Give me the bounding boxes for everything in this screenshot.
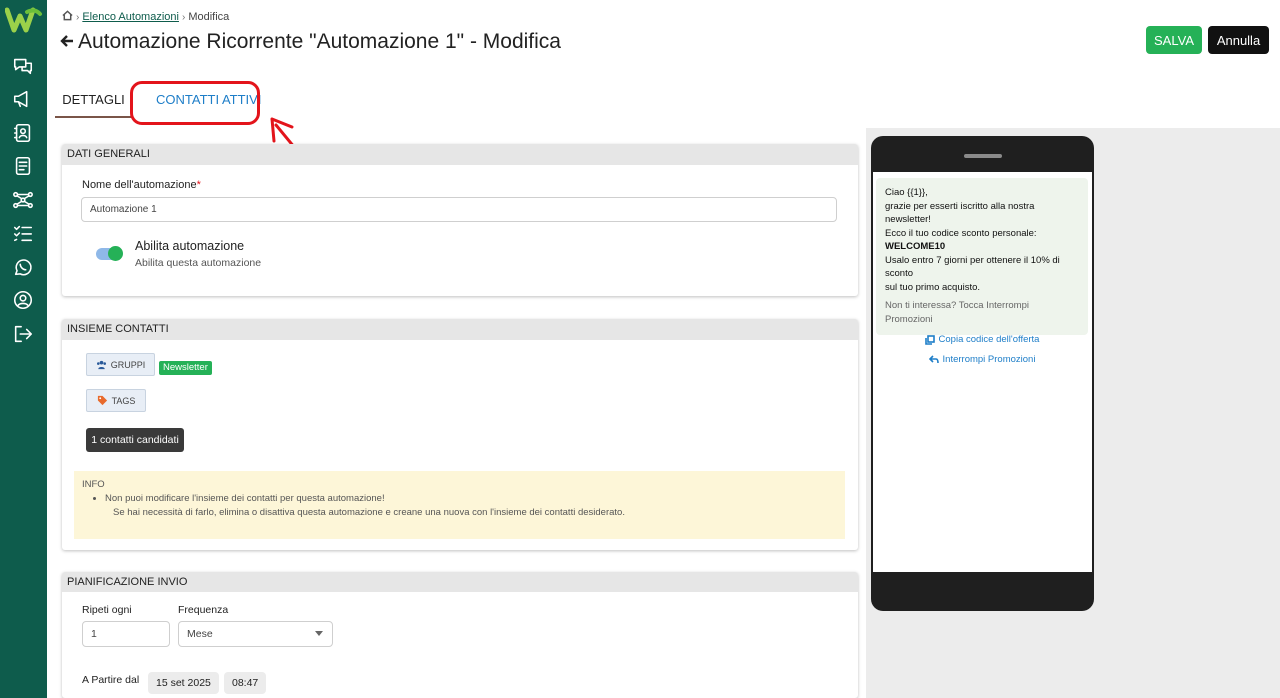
schedule-header: PIANIFICAZIONE INVIO <box>62 572 858 592</box>
logout-icon[interactable] <box>12 323 34 345</box>
save-button[interactable]: SALVA <box>1146 26 1202 54</box>
stop-promotions-button[interactable]: Interrompi Promozioni <box>885 353 1079 367</box>
users-group-icon <box>96 360 106 370</box>
contacts-book-icon[interactable] <box>12 122 34 144</box>
preview-line: Ciao {{1}}, <box>885 187 928 198</box>
tags-button[interactable]: TAGS <box>86 389 146 412</box>
megaphone-icon[interactable] <box>12 88 34 110</box>
start-date-field[interactable]: 15 set 2025 <box>148 672 219 694</box>
preview-line: Ecco il tuo codice sconto personale: <box>885 227 1037 239</box>
enable-automation-title: Abilita automazione <box>135 239 245 253</box>
repeat-every-input[interactable]: 1 <box>82 621 170 647</box>
annotation-highlight-box <box>130 81 260 125</box>
reply-icon <box>928 355 939 364</box>
template-icon[interactable] <box>12 155 34 177</box>
general-data-header: DATI GENERALI <box>62 144 858 165</box>
message-preview-bubble: Ciao {{1}}, grazie per esserti iscritto … <box>876 178 1088 365</box>
app-logo-icon[interactable] <box>5 6 43 34</box>
phone-notch <box>964 154 1002 158</box>
start-time-field[interactable]: 08:47 <box>224 672 267 694</box>
groups-button-label: GRUPPI <box>110 359 146 370</box>
frequency-select[interactable]: Mese <box>178 621 333 647</box>
cancel-button[interactable]: Annulla <box>1208 26 1269 54</box>
contacts-set-header: INSIEME CONTATTI <box>62 319 858 340</box>
info-alert: INFO Non puoi modificare l'insieme dei c… <box>74 471 845 539</box>
user-profile-icon[interactable] <box>12 289 34 311</box>
automation-name-label: Nome dell'automazione* <box>82 179 201 191</box>
page-title-text: Automazione Ricorrente "Automazione 1" -… <box>78 30 561 53</box>
preview-coupon-code: WELCOME10 <box>885 241 946 252</box>
toggle-knob[interactable] <box>108 246 123 261</box>
chat-icon[interactable] <box>12 55 34 77</box>
tab-details[interactable]: DETTAGLI <box>55 85 132 118</box>
frequency-label: Frequenza <box>178 604 229 616</box>
page-title: Automazione Ricorrente "Automazione 1" -… <box>60 30 561 54</box>
groups-button[interactable]: GRUPPI <box>86 353 155 376</box>
breadcrumb-link-automations[interactable]: Elenco Automazioni <box>82 11 179 23</box>
breadcrumb-current: Modifica <box>188 11 230 23</box>
repeat-every-label: Ripeti ogni <box>82 604 132 616</box>
info-title: INFO <box>82 479 105 490</box>
preview-line: sul tuo primo acquisto. <box>885 281 981 293</box>
start-from-label: A Partire dal <box>82 674 140 686</box>
automation-name-input[interactable]: Automazione 1 <box>81 197 837 222</box>
preview-footer: Non ti interessa? Tocca Interrompi Promo… <box>885 300 1029 325</box>
stop-promotions-label: Interrompi Promozioni <box>942 353 1036 365</box>
preview-line: grazie per esserti iscritto alla nostra … <box>885 200 1035 226</box>
back-arrow-icon[interactable] <box>60 30 74 54</box>
group-badge-newsletter: Newsletter <box>159 361 212 375</box>
breadcrumb-separator: › <box>181 11 186 23</box>
breadcrumb: › Elenco Automazioni › Modifica <box>62 10 229 24</box>
info-line: Se hai necessità di farlo, elimina o dis… <box>113 507 625 518</box>
copy-offer-code-button[interactable]: Copia codice dell'offerta <box>885 333 1079 347</box>
sidebar <box>0 0 47 698</box>
copy-offer-code-label: Copia codice dell'offerta <box>938 334 1040 345</box>
breadcrumb-separator: › <box>76 11 80 23</box>
checklist-icon[interactable] <box>12 222 34 244</box>
automation-flow-icon[interactable] <box>12 189 34 211</box>
tag-icon <box>97 395 107 406</box>
info-line: Non puoi modificare l'insieme dei contat… <box>105 492 837 506</box>
automation-name-label-text: Nome dell'automazione <box>82 179 197 191</box>
required-mark: * <box>196 179 201 191</box>
whatsapp-icon[interactable] <box>12 256 34 278</box>
enable-automation-subtitle: Abilita questa automazione <box>135 257 262 269</box>
copy-icon <box>924 334 935 345</box>
home-icon[interactable] <box>62 10 73 24</box>
chevron-down-icon[interactable] <box>315 631 323 636</box>
tags-button-label: TAGS <box>111 395 136 406</box>
candidate-contacts-count: 1 contatti candidati <box>86 428 184 452</box>
preview-line: Usalo entro 7 giorni per ottenere il 10%… <box>885 254 1060 280</box>
